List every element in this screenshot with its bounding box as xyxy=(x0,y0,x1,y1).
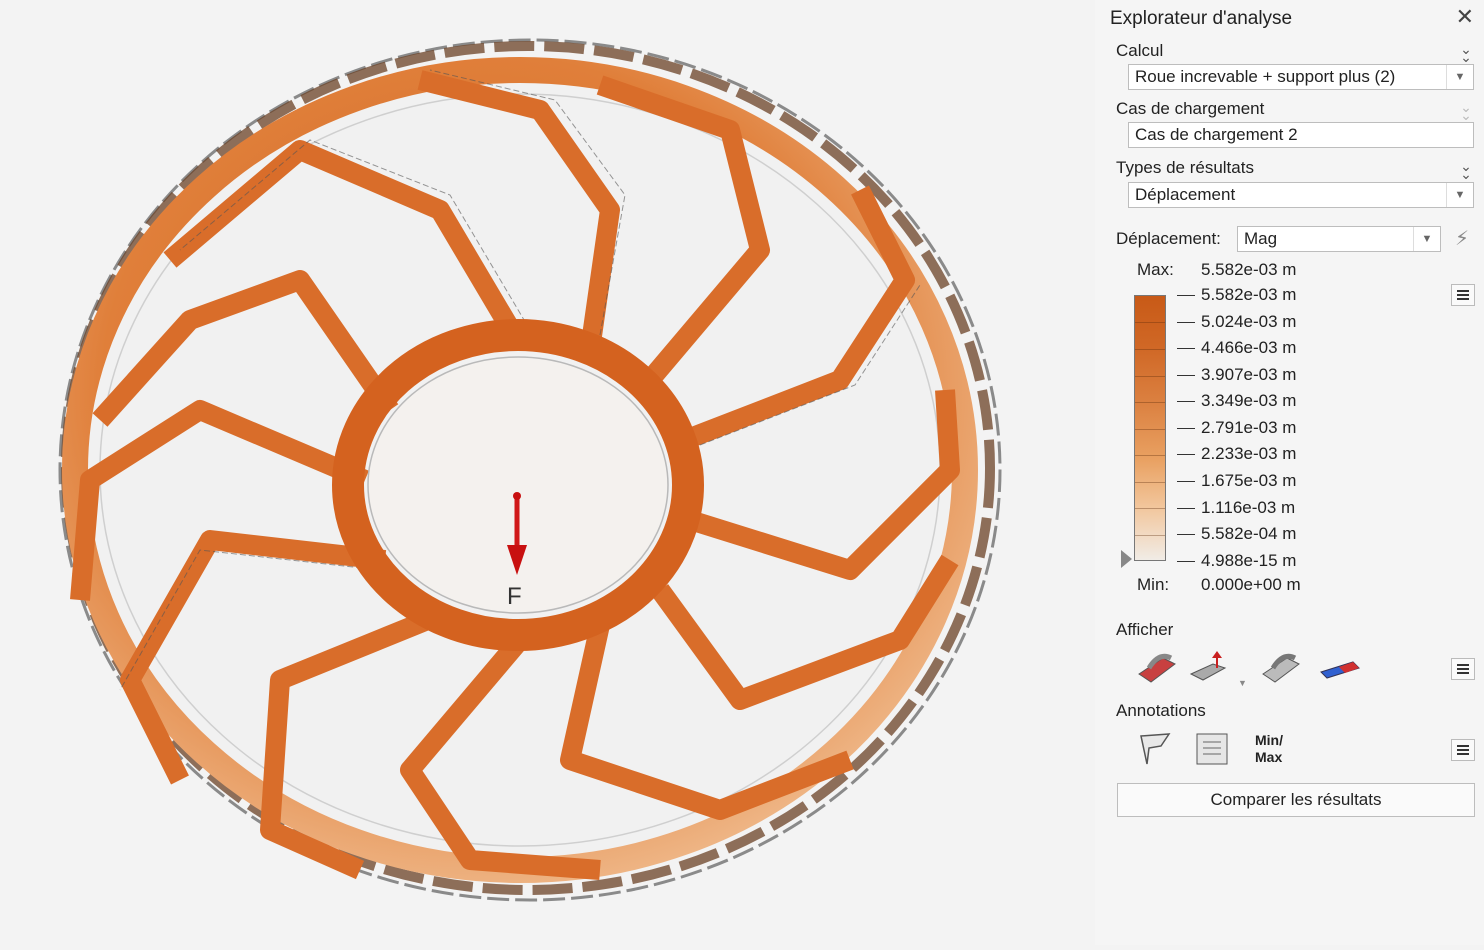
minmax-line1: Min/ xyxy=(1255,732,1283,748)
lightning-icon[interactable]: ⚡ xyxy=(1455,226,1469,251)
display-menu-button[interactable] xyxy=(1451,658,1475,680)
legend-tick: 5.582e-04 m xyxy=(1177,524,1296,544)
undeformed-shape-icon[interactable] xyxy=(1259,648,1303,688)
compare-results-button[interactable]: Comparer les résultats xyxy=(1117,783,1475,817)
displacement-component-select[interactable]: Mag ▼ xyxy=(1237,226,1441,252)
deformed-shape-icon[interactable] xyxy=(1135,648,1179,688)
legend-tick: 5.024e-03 m xyxy=(1177,312,1296,332)
legend-tick: 1.675e-03 m xyxy=(1177,471,1296,491)
legend-tick: 3.349e-03 m xyxy=(1177,391,1296,411)
result-type-value: Déplacement xyxy=(1135,185,1236,204)
calcul-select[interactable]: Roue increvable + support plus (2) ▼ xyxy=(1128,64,1474,90)
chevron-down-icon[interactable]: ▼ xyxy=(1413,227,1440,251)
color-legend-bar[interactable] xyxy=(1134,295,1166,561)
legend-max-value: 5.582e-03 m xyxy=(1201,260,1297,279)
load-label: F xyxy=(507,583,522,610)
loadcase-value: Cas de chargement 2 xyxy=(1135,125,1298,144)
collapse-chevron-icon[interactable]: ⌄ ⌄ xyxy=(1458,42,1474,64)
chevron-down-icon[interactable]: ▼ xyxy=(1446,65,1473,89)
3d-viewport[interactable]: F xyxy=(0,0,1095,945)
annotations-label: Annotations xyxy=(1116,701,1206,720)
legend-tick: 3.907e-03 m xyxy=(1177,365,1296,385)
legend-tick: 4.466e-03 m xyxy=(1177,338,1296,358)
chevron-down-icon[interactable]: ▼ xyxy=(1446,183,1473,207)
load-display-icon[interactable] xyxy=(1187,648,1231,688)
annotations-menu-button[interactable] xyxy=(1451,739,1475,761)
color-bar-icon[interactable] xyxy=(1317,648,1361,688)
legend-max-label: Max: xyxy=(1137,260,1174,279)
result-type-select[interactable]: Déplacement ▼ xyxy=(1128,182,1474,208)
collapse-chevron-icon[interactable]: ⌄ ⌄ xyxy=(1458,159,1474,181)
legend-min-value: 0.000e+00 m xyxy=(1201,575,1301,594)
legend-min-label: Min: xyxy=(1137,575,1170,594)
loadcase-label: Cas de chargement xyxy=(1116,99,1265,118)
collapse-chevron-icon[interactable]: ⌄ ⌄ xyxy=(1458,100,1474,122)
legend-tick: 1.116e-03 m xyxy=(1177,498,1295,518)
close-icon[interactable]: ✕ xyxy=(1456,4,1474,30)
legend-tick: 5.582e-03 m xyxy=(1177,285,1296,305)
report-icon[interactable] xyxy=(1191,730,1235,770)
probe-icon[interactable] xyxy=(1135,730,1179,770)
legend-menu-button[interactable] xyxy=(1451,284,1475,306)
hub-center xyxy=(367,356,669,614)
displacement-component-value: Mag xyxy=(1244,229,1278,248)
minmax-toggle[interactable]: Min/ Max xyxy=(1255,732,1283,766)
minmax-line2: Max xyxy=(1255,749,1283,765)
legend-pointer-icon[interactable] xyxy=(1121,550,1132,568)
calcul-value: Roue increvable + support plus (2) xyxy=(1135,67,1396,86)
calcul-label: Calcul xyxy=(1116,41,1164,60)
result-types-label: Types de résultats xyxy=(1116,158,1254,177)
loadcase-field[interactable]: Cas de chargement 2 xyxy=(1128,122,1474,148)
wheel-model: F xyxy=(58,38,1002,902)
analysis-explorer-panel: Explorateur d'analyse ✕ Calcul ⌄ ⌄ Roue i… xyxy=(1095,0,1484,945)
legend-tick: 4.988e-15 m xyxy=(1177,551,1296,571)
afficher-label: Afficher xyxy=(1116,620,1174,639)
displacement-label: Déplacement: xyxy=(1116,229,1221,248)
panel-title: Explorateur d'analyse xyxy=(1110,8,1293,29)
legend-tick: 2.791e-03 m xyxy=(1177,418,1296,438)
legend-tick: 2.233e-03 m xyxy=(1177,444,1296,464)
chevron-down-icon[interactable]: ▼ xyxy=(1238,678,1247,688)
